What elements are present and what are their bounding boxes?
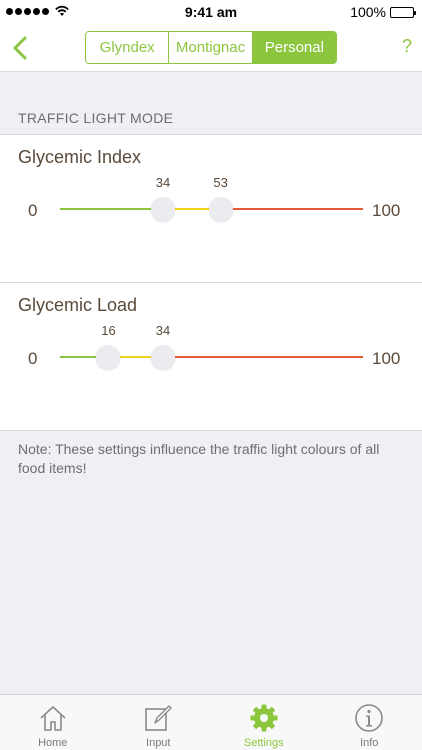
gear-icon: [250, 704, 278, 732]
battery-percent: 100%: [350, 4, 386, 20]
track-red-segment: [163, 356, 363, 358]
low-threshold-handle[interactable]: [151, 197, 176, 221]
low-threshold-label: 34: [155, 175, 171, 190]
settings-card: Glycemic Index 0 100 34 53 Glycemic Load…: [0, 134, 422, 431]
tab-glyndex[interactable]: Glyndex: [86, 32, 170, 63]
track-red-segment: [220, 208, 363, 210]
glycemic-index-slider: Glycemic Index 0 100 34 53: [0, 135, 422, 283]
tab-label: Info: [360, 737, 379, 749]
tab-label: Home: [38, 737, 68, 749]
settings-note: Note: These settings influence the traff…: [18, 441, 380, 476]
high-threshold-label: 53: [213, 175, 228, 190]
battery-icon: [390, 6, 416, 18]
edit-icon: [145, 705, 172, 731]
info-icon: [355, 704, 384, 732]
glycemic-load-slider: Glycemic Load 0 100 16 34: [0, 283, 422, 431]
back-button[interactable]: [10, 34, 30, 62]
tab-label: Input: [146, 737, 171, 749]
mode-segmented-control: Glyndex Montignac Personal: [85, 31, 337, 64]
high-threshold-handle[interactable]: [151, 345, 176, 369]
battery-indicator: 100%: [350, 4, 416, 20]
high-threshold-handle[interactable]: [208, 197, 233, 221]
tab-montignac[interactable]: Montignac: [169, 32, 253, 63]
range-min-label: 0: [28, 349, 38, 368]
tab-input[interactable]: Input: [106, 695, 212, 750]
range-min-label: 0: [28, 201, 38, 220]
low-threshold-handle[interactable]: [96, 345, 121, 369]
low-threshold-label: 16: [101, 323, 116, 338]
help-button[interactable]: ?: [402, 36, 412, 57]
high-threshold-label: 34: [155, 323, 171, 338]
home-icon: [40, 706, 66, 731]
section-header: TRAFFIC LIGHT MODE: [18, 110, 174, 126]
track-green-segment: [60, 208, 164, 210]
nav-bar: Glyndex Montignac Personal ?: [0, 24, 422, 72]
tab-personal[interactable]: Personal: [252, 32, 336, 63]
tab-bar: Home Input Settings Info: [0, 694, 422, 750]
slider-title: Glycemic Index: [18, 147, 142, 167]
status-bar: 9:41 am 100%: [0, 0, 422, 24]
tab-label: Settings: [243, 737, 284, 749]
tab-home[interactable]: Home: [0, 695, 106, 750]
slider-title: Glycemic Load: [18, 295, 138, 315]
tab-settings[interactable]: Settings: [211, 695, 317, 750]
range-max-label: 100: [372, 201, 401, 220]
tab-info[interactable]: Info: [317, 695, 422, 750]
range-max-label: 100: [372, 349, 401, 368]
